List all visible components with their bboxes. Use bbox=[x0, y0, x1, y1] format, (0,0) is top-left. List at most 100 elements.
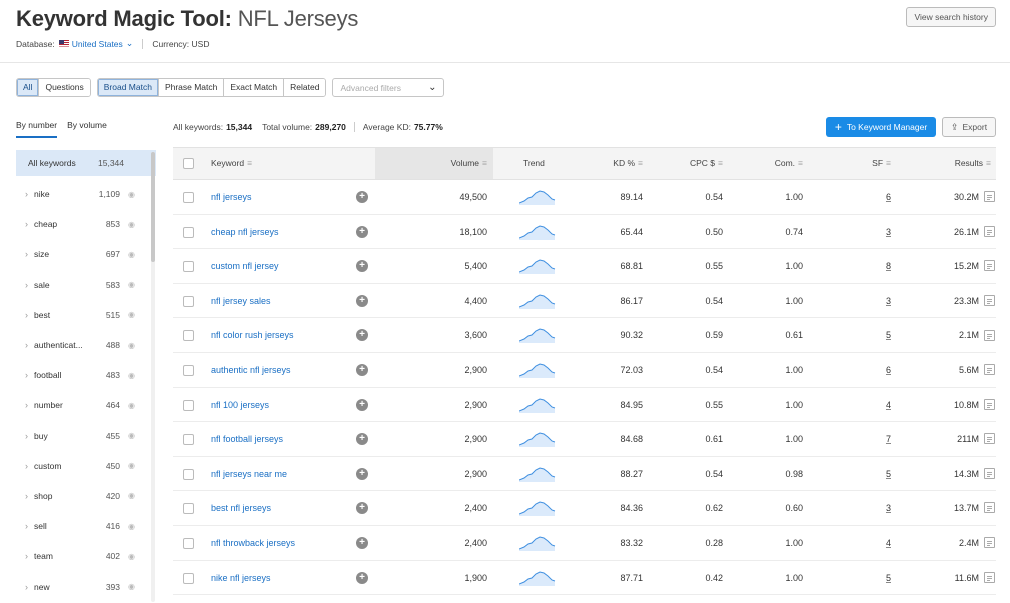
chevron-down-icon[interactable]: ⌄ bbox=[126, 38, 134, 49]
serp-snapshot-icon[interactable] bbox=[984, 467, 995, 479]
eye-icon[interactable]: ◉ bbox=[128, 310, 135, 319]
row-checkbox[interactable] bbox=[183, 503, 194, 515]
add-keyword-icon[interactable]: + bbox=[356, 191, 368, 203]
eye-icon[interactable]: ◉ bbox=[128, 280, 135, 289]
serp-features-link[interactable]: 6 bbox=[886, 365, 891, 375]
row-checkbox[interactable] bbox=[183, 537, 194, 549]
keyword-link[interactable]: nfl color rush jerseys bbox=[211, 318, 294, 352]
sidebar-group-item[interactable]: › buy 455 ◉ bbox=[16, 421, 156, 451]
sidebar-group-item[interactable]: › football 483 ◉ bbox=[16, 360, 156, 390]
eye-icon[interactable]: ◉ bbox=[128, 190, 135, 199]
row-checkbox[interactable] bbox=[183, 399, 194, 411]
chevron-right-icon[interactable]: › bbox=[16, 461, 34, 471]
sidebar-group-item[interactable]: › best 515 ◉ bbox=[16, 300, 156, 330]
add-keyword-icon[interactable]: + bbox=[356, 433, 368, 446]
add-keyword-icon[interactable]: + bbox=[356, 502, 368, 515]
column-cpc[interactable]: CPC $ ≡ bbox=[653, 148, 723, 179]
row-checkbox[interactable] bbox=[183, 295, 194, 307]
serp-features-link[interactable]: 4 bbox=[886, 400, 891, 410]
keyword-link[interactable]: authentic nfl jerseys bbox=[211, 353, 291, 387]
keyword-link[interactable]: nfl throwback jerseys bbox=[211, 526, 295, 560]
serp-snapshot-icon[interactable] bbox=[984, 329, 995, 341]
add-keyword-icon[interactable]: + bbox=[356, 398, 368, 411]
chevron-right-icon[interactable]: › bbox=[16, 521, 34, 531]
chevron-right-icon[interactable]: › bbox=[16, 431, 34, 441]
row-checkbox[interactable] bbox=[183, 261, 194, 273]
sidebar-group-item[interactable]: › number 464 ◉ bbox=[16, 390, 156, 420]
chevron-right-icon[interactable]: › bbox=[16, 491, 34, 501]
tab-exact-match[interactable]: Exact Match bbox=[224, 79, 285, 96]
serp-snapshot-icon[interactable] bbox=[984, 364, 995, 376]
row-checkbox[interactable] bbox=[183, 572, 194, 584]
add-keyword-icon[interactable]: + bbox=[356, 329, 368, 342]
sidebar-group-item[interactable]: › new 393 ◉ bbox=[16, 571, 156, 601]
eye-icon[interactable]: ◉ bbox=[128, 582, 135, 591]
column-sf[interactable]: SF ≡ bbox=[813, 148, 891, 179]
sidebar-group-item[interactable]: › shop 420 ◉ bbox=[16, 481, 156, 511]
chevron-right-icon[interactable]: › bbox=[16, 340, 34, 350]
row-checkbox[interactable] bbox=[183, 434, 194, 446]
sidebar-group-item[interactable]: › authenticat... 488 ◉ bbox=[16, 330, 156, 360]
chevron-right-icon[interactable]: › bbox=[16, 249, 34, 259]
add-keyword-icon[interactable]: + bbox=[356, 225, 368, 238]
tab-all[interactable]: All bbox=[17, 79, 40, 96]
chevron-right-icon[interactable]: › bbox=[16, 189, 34, 199]
chevron-right-icon[interactable]: › bbox=[16, 219, 34, 229]
serp-snapshot-icon[interactable] bbox=[984, 502, 995, 514]
add-keyword-icon[interactable]: + bbox=[356, 536, 368, 549]
add-keyword-icon[interactable]: + bbox=[356, 363, 368, 376]
tab-related[interactable]: Related bbox=[284, 79, 326, 96]
chevron-right-icon[interactable]: › bbox=[16, 400, 34, 410]
serp-features-link[interactable]: 5 bbox=[886, 330, 891, 340]
serp-features-link[interactable]: 3 bbox=[886, 227, 891, 237]
tab-broad-match[interactable]: Broad Match bbox=[97, 79, 159, 96]
add-keyword-icon[interactable]: + bbox=[356, 467, 368, 480]
serp-features-link[interactable]: 6 bbox=[886, 192, 891, 202]
keyword-link[interactable]: nfl football jerseys bbox=[211, 422, 283, 456]
serp-features-link[interactable]: 8 bbox=[886, 261, 891, 271]
sidebar-group-item[interactable]: › size 697 ◉ bbox=[16, 239, 156, 269]
column-kd[interactable]: KD % ≡ bbox=[573, 148, 643, 179]
chevron-right-icon[interactable]: › bbox=[16, 370, 34, 380]
keyword-link[interactable]: nike nfl jerseys bbox=[211, 561, 271, 595]
row-checkbox[interactable] bbox=[183, 468, 194, 480]
add-keyword-icon[interactable]: + bbox=[356, 571, 368, 584]
tab-questions[interactable]: Questions bbox=[39, 79, 90, 96]
eye-icon[interactable]: ◉ bbox=[128, 431, 135, 440]
chevron-right-icon[interactable]: › bbox=[16, 551, 34, 561]
eye-icon[interactable]: ◉ bbox=[128, 250, 135, 259]
tab-by-number[interactable]: By number bbox=[16, 120, 58, 138]
serp-features-link[interactable]: 3 bbox=[886, 296, 891, 306]
serp-features-link[interactable]: 3 bbox=[886, 503, 891, 513]
serp-snapshot-icon[interactable] bbox=[984, 191, 995, 203]
sidebar-group-item[interactable]: › nike 1,109 ◉ bbox=[16, 179, 156, 209]
database-selector[interactable]: United States bbox=[72, 39, 123, 49]
column-keyword[interactable]: Keyword ≡ bbox=[211, 148, 252, 179]
eye-icon[interactable]: ◉ bbox=[128, 461, 135, 470]
tab-phrase-match[interactable]: Phrase Match bbox=[158, 79, 225, 96]
row-checkbox[interactable] bbox=[183, 226, 194, 238]
serp-snapshot-icon[interactable] bbox=[984, 294, 995, 306]
serp-snapshot-icon[interactable] bbox=[984, 537, 995, 549]
row-checkbox[interactable] bbox=[183, 364, 194, 376]
keyword-link[interactable]: custom nfl jersey bbox=[211, 249, 279, 283]
eye-icon[interactable]: ◉ bbox=[128, 371, 135, 380]
serp-features-link[interactable]: 4 bbox=[886, 538, 891, 548]
serp-snapshot-icon[interactable] bbox=[984, 225, 995, 237]
sidebar-group-item[interactable]: › sale 583 ◉ bbox=[16, 270, 156, 300]
serp-snapshot-icon[interactable] bbox=[984, 571, 995, 583]
eye-icon[interactable]: ◉ bbox=[128, 220, 135, 229]
sidebar-group-item[interactable]: › custom 450 ◉ bbox=[16, 451, 156, 481]
sidebar-group-item[interactable]: › team 402 ◉ bbox=[16, 541, 156, 571]
select-all-checkbox[interactable] bbox=[183, 158, 194, 169]
add-keyword-icon[interactable]: + bbox=[356, 294, 368, 307]
keyword-link[interactable]: nfl 100 jerseys bbox=[211, 388, 269, 422]
sidebar-group-item[interactable]: › cheap 853 ◉ bbox=[16, 209, 156, 239]
row-checkbox[interactable] bbox=[183, 192, 194, 203]
keyword-link[interactable]: nfl jerseys bbox=[211, 180, 252, 214]
add-keyword-icon[interactable]: + bbox=[356, 260, 368, 273]
keyword-link[interactable]: nfl jerseys near me bbox=[211, 457, 287, 491]
eye-icon[interactable]: ◉ bbox=[128, 491, 135, 500]
serp-features-link[interactable]: 5 bbox=[886, 469, 891, 479]
eye-icon[interactable]: ◉ bbox=[128, 552, 135, 561]
